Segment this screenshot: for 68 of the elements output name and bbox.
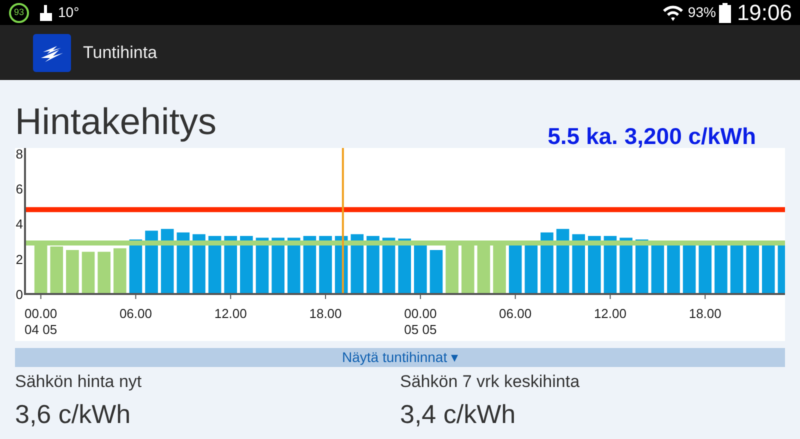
app-logo-icon [33,34,71,72]
price-bar [572,234,585,294]
price-bar [778,243,785,294]
price-bar [208,236,222,294]
price-bar [50,246,64,294]
price-bar [714,243,728,294]
price-bar [224,236,238,294]
price-bar [145,230,158,294]
app-title: Tuntihinta [83,42,158,64]
price-bar [762,243,775,294]
x-tick-label: 12.00 [594,306,626,321]
broom-icon [38,4,54,22]
price-bar [651,243,664,294]
y-tick-label: 0 [16,287,23,302]
price-bar [34,244,48,294]
price-bar [350,234,364,294]
price-bar [98,252,110,294]
price-bar [430,250,443,294]
stat-label: Sähkön hinta nyt [15,371,143,393]
price-bar [414,244,427,294]
battery-icon [718,2,731,22]
stat-label: Sähkön 7 vrk keskihinta [400,371,581,393]
price-bar [730,243,744,294]
x-tick-label: 00.00 05 05 [404,306,437,337]
price-bar [540,232,554,294]
price-bar [588,236,601,294]
price-bar [66,250,79,294]
x-tick-label: 00.00 04 05 [24,306,58,337]
price-bar [446,244,458,294]
price-bar [303,236,316,294]
price-bar [493,244,506,294]
badge-icon [8,2,30,24]
price-bar [114,248,126,294]
price-bar [667,243,680,294]
price-bar [746,243,759,294]
y-tick-label: 4 [16,216,23,232]
price-bar [240,236,253,294]
price-bar [192,234,206,294]
page-heading: Hintakehitys [15,103,217,140]
x-tick-label: 06.00 [499,306,532,321]
x-tick-label: 06.00 [119,306,152,321]
stat-value: 3,6 c/kWh [15,398,132,431]
price-bar [604,236,617,294]
price-bar [461,244,474,294]
average-summary: 5.5 ka. 3,200 c/kWh [548,125,756,148]
price-bar [366,236,380,294]
price-bar [682,243,696,294]
y-tick-label: 6 [16,181,23,196]
badge-count: 93 [12,6,25,19]
show-hourly-prices-button[interactable]: Näytä tuntihinnat ▾ [15,348,785,367]
x-tick-label: 18.00 [688,306,722,321]
x-tick-label: 18.00 [309,306,342,321]
price-bar [82,252,95,294]
clock: 19:06 [736,0,792,27]
y-tick-label: 8 [16,148,23,162]
y-tick-label: 2 [16,252,23,267]
x-tick-label: 12.00 [214,306,247,321]
temperature: 10° [58,3,80,22]
battery-percent: 93% [688,3,716,22]
price-bar [176,232,190,294]
price-bar [508,244,522,294]
stat-value: 3,4 c/kWh [400,398,517,431]
price-bar [319,236,332,294]
price-bar [524,243,538,294]
price-bar [556,228,570,294]
price-bar [698,243,712,294]
price-bar [477,244,490,294]
price-bar [160,228,174,294]
